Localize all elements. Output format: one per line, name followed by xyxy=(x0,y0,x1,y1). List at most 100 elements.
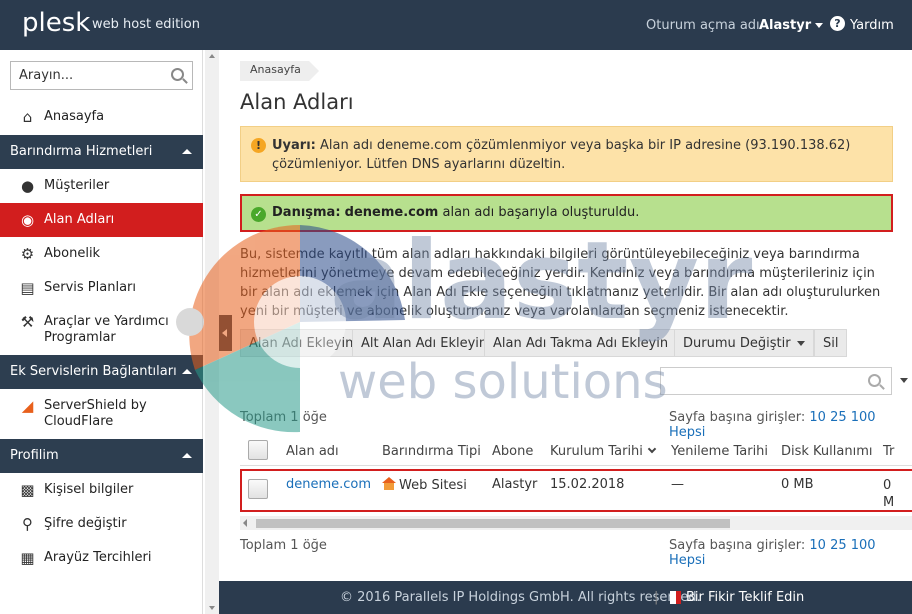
warning-alert: ! Uyarı: Alan adı deneme.com çözümlenmiy… xyxy=(240,126,893,182)
per-page-top: Sayfa başına girişler: 10 25 100 Hepsi xyxy=(669,410,912,440)
sidebar-item-change-password[interactable]: ⚲ Şifre değiştir xyxy=(0,507,203,541)
key-icon: ⚲ xyxy=(22,515,33,533)
per-page-100[interactable]: 100 xyxy=(851,538,876,553)
per-page-10[interactable]: 10 xyxy=(809,538,826,553)
user-name: Alastyr xyxy=(759,18,812,33)
footer: © 2016 Parallels IP Holdings GmbH. All r… xyxy=(219,581,912,614)
id-card-icon: ▩ xyxy=(20,481,35,499)
chevron-down-icon xyxy=(900,378,908,383)
search-icon[interactable] xyxy=(868,374,881,387)
column-domain[interactable]: Alan adı xyxy=(286,444,339,459)
select-all-checkbox[interactable] xyxy=(248,440,268,460)
section-hosting-services[interactable]: Barındırma Hizmetleri xyxy=(0,135,203,169)
sidebar-item-label: Şifre değiştir xyxy=(44,516,127,531)
login-label: Oturum açma adı xyxy=(646,18,760,33)
add-domain-alias-button[interactable]: Alan Adı Takma Adı Ekleyin xyxy=(484,329,678,357)
per-page-label: Sayfa başına girişler: xyxy=(669,538,806,553)
page-title: Alan Adları xyxy=(240,90,354,114)
sidebar-item-label: Abonelik xyxy=(44,246,101,261)
scroll-thumb[interactable] xyxy=(256,519,730,528)
feedback-link[interactable]: Bir Fikir Teklif Edin xyxy=(686,590,804,605)
sidebar-collapse-toggle[interactable] xyxy=(219,315,232,351)
column-setup-date-label: Kurulum Tarihi xyxy=(550,444,643,459)
column-setup-date[interactable]: Kurulum Tarihi xyxy=(550,444,657,459)
sort-down-icon xyxy=(647,444,657,454)
sidebar-item-subscriptions[interactable]: ⚙ Abonelik xyxy=(0,237,203,271)
column-hosting-type[interactable]: Barındırma Tipi xyxy=(382,444,481,459)
column-disk-usage[interactable]: Disk Kullanımı xyxy=(781,444,873,459)
main-content: Anasayfa Alan Adları ! Uyarı: Alan adı d… xyxy=(232,50,912,580)
per-page-10[interactable]: 10 xyxy=(809,410,826,425)
gear-icon: ⚙ xyxy=(20,245,35,263)
setup-date-cell: 15.02.2018 xyxy=(550,477,625,492)
sidebar: ⌂ Anasayfa Barındırma Hizmetleri ● Müşte… xyxy=(0,50,203,614)
breadcrumb[interactable]: Anasayfa xyxy=(240,61,319,81)
user-icon: ● xyxy=(20,177,35,195)
sidebar-item-label: Müşteriler xyxy=(44,178,110,193)
per-page-100[interactable]: 100 xyxy=(851,410,876,425)
table-horizontal-scrollbar[interactable] xyxy=(240,516,912,530)
search-icon[interactable] xyxy=(171,68,184,81)
help-icon[interactable]: ? xyxy=(830,16,845,31)
per-page-all[interactable]: Hepsi xyxy=(669,553,705,568)
footer-separator: | xyxy=(654,590,659,605)
change-status-button[interactable]: Durumu Değiştir xyxy=(674,329,814,357)
section-title: Profilim xyxy=(10,448,59,463)
check-icon: ✓ xyxy=(251,207,266,222)
total-items-top: Toplam 1 öğe xyxy=(240,410,327,425)
sidebar-item-label: ServerShield by CloudFlare xyxy=(44,398,147,429)
sidebar-item-tools[interactable]: ⚒ Araçlar ve Yardımcı Programlar xyxy=(0,305,203,353)
help-link[interactable]: Yardım xyxy=(850,18,894,33)
section-additional-services[interactable]: Ek Servislerin Bağlantıları xyxy=(0,355,203,389)
scroll-up-icon[interactable] xyxy=(209,54,215,58)
sidebar-scrollbar[interactable] xyxy=(205,50,219,614)
sidebar-item-servershield[interactable]: ◢ ServerShield by CloudFlare xyxy=(0,389,203,437)
subscriber-cell: Alastyr xyxy=(492,477,538,492)
home-icon: ⌂ xyxy=(22,108,33,126)
scroll-left-icon[interactable] xyxy=(243,519,247,527)
change-status-label: Durumu Değiştir xyxy=(683,336,791,351)
tools-icon: ⚒ xyxy=(20,313,35,331)
user-menu[interactable]: Alastyr xyxy=(759,18,824,33)
sidebar-item-label: Alan Adları xyxy=(44,212,115,227)
sidebar-item-personal-info[interactable]: ▩ Kişisel bilgiler xyxy=(0,473,203,507)
add-domain-button[interactable]: Alan Adı Ekleyin xyxy=(240,329,363,357)
domain-link[interactable]: deneme.com xyxy=(286,477,371,492)
column-traffic[interactable]: Tr xyxy=(883,444,894,459)
sidebar-item-label: Kişisel bilgiler xyxy=(44,482,134,497)
section-my-profile[interactable]: Profilim xyxy=(0,439,203,473)
filter-toggle[interactable] xyxy=(896,367,912,395)
grid-icon: ▦ xyxy=(20,549,35,567)
sidebar-item-label: Araçlar ve Yardımcı Programlar xyxy=(44,314,169,345)
per-page-label: Sayfa başına girişler: xyxy=(669,410,806,425)
per-page-bottom: Sayfa başına girişler: 10 25 100 Hepsi xyxy=(669,538,912,568)
collapse-icon xyxy=(182,149,192,154)
column-renewal-date[interactable]: Yenileme Tarihi xyxy=(671,444,768,459)
list-search xyxy=(660,367,892,395)
sidebar-item-label: Anasayfa xyxy=(44,109,105,124)
collapse-icon xyxy=(182,453,192,458)
search-input[interactable] xyxy=(11,62,161,89)
sidebar-item-customers[interactable]: ● Müşteriler xyxy=(0,169,203,203)
sidebar-item-interface-preferences[interactable]: ▦ Arayüz Tercihleri xyxy=(0,541,203,575)
per-page-25[interactable]: 25 xyxy=(830,410,847,425)
row-checkbox[interactable] xyxy=(248,479,268,499)
add-subdomain-button[interactable]: Alt Alan Adı Ekleyin xyxy=(352,329,497,357)
renewal-date-cell: — xyxy=(671,477,684,492)
sidebar-item-domains[interactable]: ◉ Alan Adları xyxy=(0,203,203,237)
sidebar-search xyxy=(10,61,193,90)
table-row: deneme.com Web Sitesi Alastyr 15.02.2018… xyxy=(240,469,912,512)
list-search-input[interactable] xyxy=(661,368,851,394)
column-subscriber[interactable]: Abone xyxy=(492,444,533,459)
remove-button[interactable]: Sil xyxy=(814,329,848,357)
house-icon xyxy=(382,477,396,490)
hosting-type-cell: Web Sitesi xyxy=(382,477,467,493)
scroll-down-icon[interactable] xyxy=(209,606,215,610)
info-domain: deneme.com xyxy=(344,205,439,220)
info-text: alan adı başarıyla oluşturuldu. xyxy=(442,205,640,220)
plesk-logo[interactable]: plesk xyxy=(22,8,90,38)
sidebar-item-home[interactable]: ⌂ Anasayfa xyxy=(0,100,203,134)
sidebar-item-service-plans[interactable]: ▤ Servis Planları xyxy=(0,271,203,305)
total-items-bottom: Toplam 1 öğe xyxy=(240,538,327,553)
per-page-25[interactable]: 25 xyxy=(830,538,847,553)
